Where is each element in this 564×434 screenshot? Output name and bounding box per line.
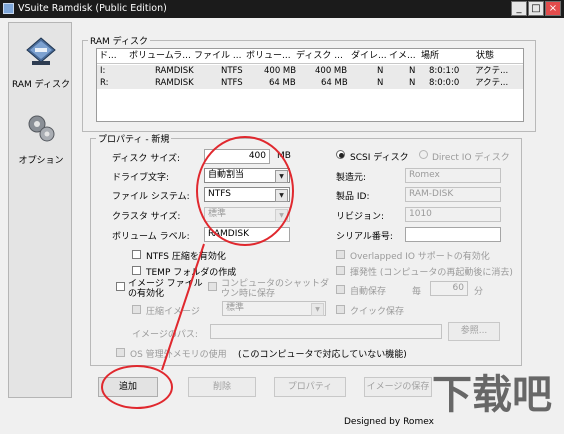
cell-location: 8:0:0:0 [429, 78, 460, 88]
table-row[interactable]: I: RAMDISK NTFS 400 MB 400 MB N N 8:0:1:… [97, 65, 523, 77]
save-image-button: イメージの保存 [364, 377, 432, 397]
cell-filesystem: NTFS [221, 78, 243, 88]
annotation-connector-line [161, 243, 205, 371]
overlapped-io-label: Overlapped IO サポートの有効化 [350, 252, 490, 262]
compress-level-dropdown: 標準 ▼ [222, 301, 326, 316]
cell-direct: N [377, 78, 384, 88]
column-header-status[interactable]: 状態 [474, 49, 523, 64]
save-on-shutdown-label: コンピュータのシャットダウン時に保存 [221, 279, 330, 299]
title-bar: VSuite Ramdisk (Public Edition) _ □ × [0, 0, 564, 18]
delete-button: 削除 [188, 377, 256, 397]
sidebar-item-ram-disk[interactable]: RAM ディスク [9, 77, 73, 90]
serial-label: シリアル番号: [336, 232, 393, 242]
auto-save-every-label: 毎 [412, 287, 422, 297]
compress-level-value: 標準 [226, 303, 245, 313]
image-path-input [210, 324, 442, 339]
properties-button: プロパティ [274, 377, 346, 397]
volatile-checkbox [336, 266, 345, 275]
cell-image: N [409, 66, 416, 76]
cell-volume-size: 400 MB [264, 66, 297, 76]
cell-volume-label: RAMDISK [155, 66, 194, 76]
gears-icon[interactable] [26, 113, 56, 143]
volatile-label: 揮発性 (コンピュータの再起動後に消去) [350, 268, 513, 278]
os-memory-note: (このコンピュータで対応していない機能) [238, 350, 407, 360]
window-title: VSuite Ramdisk (Public Edition) [18, 3, 167, 14]
close-button[interactable]: × [545, 1, 561, 16]
chevron-down-icon: ▼ [311, 303, 324, 316]
disk-size-label: ディスク サイズ: [112, 154, 180, 164]
cluster-size-label: クラスタ サイズ: [112, 212, 181, 222]
auto-save-interval-input: 60 [430, 281, 468, 296]
column-header-volume-label[interactable]: ボリュームラ... [127, 49, 195, 64]
overlapped-io-checkbox [336, 250, 345, 259]
ram-disk-group-label: RAM ディスク [88, 34, 151, 47]
serial-input[interactable] [405, 227, 501, 242]
compress-image-checkbox [132, 305, 141, 314]
column-header-disk-size[interactable]: ディスク ... [294, 49, 352, 64]
auto-save-unit-label: 分 [474, 287, 484, 297]
revision-label: リビジョン: [336, 212, 385, 222]
column-header-direct[interactable]: ダイレ... [349, 49, 390, 64]
direct-io-label: Direct IO ディスク [432, 153, 510, 163]
browse-button: 参照... [448, 322, 500, 341]
cell-status: アクテ... [475, 78, 509, 88]
filesystem-label: ファイル システム: [112, 192, 190, 202]
watermark-logo: 下载吧 [432, 372, 552, 418]
maker-input: Romex [405, 168, 501, 183]
footer-credit: Designed by Romex [344, 417, 434, 427]
cell-image: N [409, 78, 416, 88]
os-memory-checkbox [116, 348, 125, 357]
image-file-checkbox[interactable] [116, 282, 125, 291]
ram-disk-icon[interactable] [26, 37, 56, 67]
cell-location: 8:0:1:0 [429, 66, 460, 76]
scsi-disk-label: SCSI ディスク [350, 153, 409, 163]
auto-save-label: 自動保存 [350, 287, 387, 297]
cell-status: アクテ... [475, 66, 509, 76]
cell-volume-label: RAMDISK [155, 78, 194, 88]
column-header-image[interactable]: イメ... [387, 49, 422, 64]
drive-letter-label: ドライブ文字: [112, 173, 170, 183]
maximize-button[interactable]: □ [528, 1, 544, 16]
quick-save-checkbox [336, 305, 345, 314]
auto-save-checkbox [336, 285, 345, 294]
column-header-drive[interactable]: ド... [97, 49, 130, 64]
minimize-button[interactable]: _ [511, 1, 527, 16]
column-header-volume-size[interactable]: ボリュー... [244, 49, 297, 64]
ram-disk-list[interactable]: ド... ボリュームラ... ファイル ... ボリュー... ディスク ...… [96, 48, 524, 122]
cell-filesystem: NTFS [221, 66, 243, 76]
properties-group-label: プロパティ - 新規 [96, 132, 172, 145]
column-header-location[interactable]: 場所 [419, 49, 477, 64]
cell-volume-size: 64 MB [269, 78, 296, 88]
quick-save-label: クイック保存 [350, 307, 405, 317]
cell-drive: I: [100, 66, 106, 76]
column-header-filesystem[interactable]: ファイル ... [192, 49, 247, 64]
revision-input: 1010 [405, 207, 501, 222]
maker-label: 製造元: [336, 173, 367, 183]
cell-drive: R: [100, 78, 109, 88]
table-row[interactable]: R: RAMDISK NTFS 64 MB 64 MB N N 8:0:0:0 … [97, 77, 523, 89]
cell-disk-size: 64 MB [321, 78, 348, 88]
annotation-ellipse-upper [196, 136, 294, 246]
sidebar-item-options[interactable]: オプション [9, 153, 73, 166]
cell-disk-size: 400 MB [315, 66, 348, 76]
product-id-label: 製品 ID: [336, 192, 370, 202]
product-id-input: RAM-DISK [405, 187, 501, 202]
scsi-disk-radio[interactable] [336, 150, 345, 159]
app-icon [3, 3, 14, 14]
ntfs-compress-checkbox[interactable] [132, 250, 141, 259]
sidebar: RAM ディスク オプション [8, 22, 72, 398]
direct-io-radio [419, 150, 428, 159]
cell-direct: N [377, 66, 384, 76]
temp-folder-checkbox[interactable] [132, 266, 141, 275]
